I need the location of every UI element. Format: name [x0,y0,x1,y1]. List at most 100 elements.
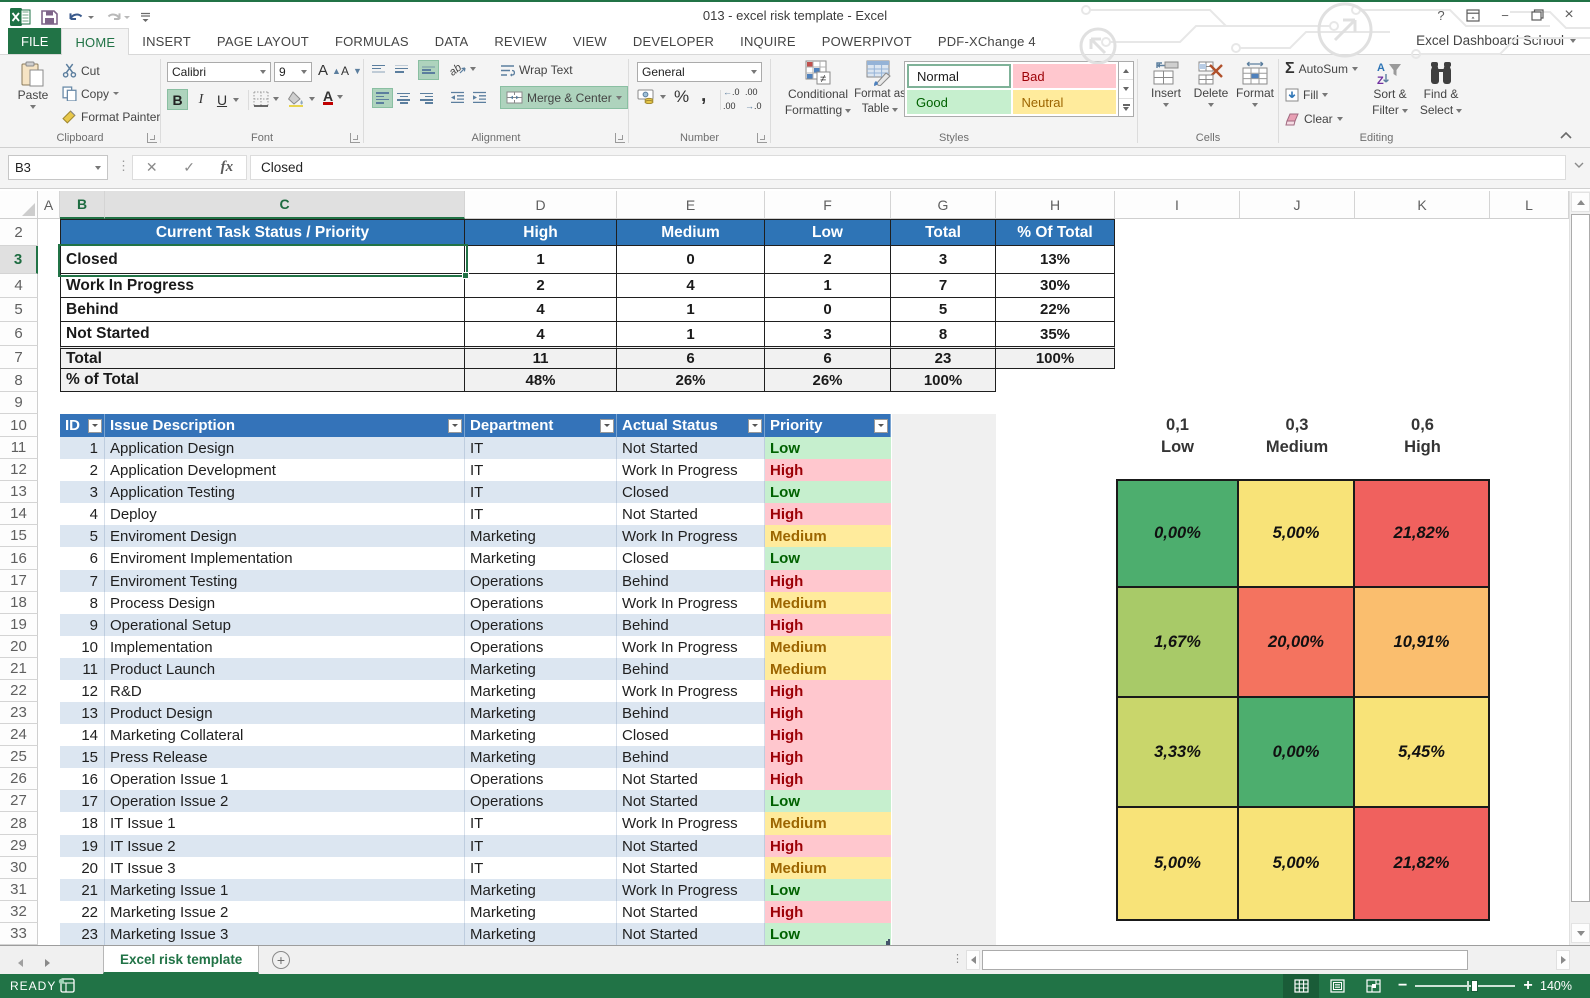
issue-table-cell[interactable]: Work In Progress [617,812,765,835]
issue-table-cell[interactable]: High [765,746,891,768]
column-header-J[interactable]: J [1240,191,1355,219]
status-table-value[interactable]: 30% [996,274,1115,298]
issue-table-cell[interactable]: Marketing [465,658,617,680]
enter-button[interactable]: ✓ [183,159,195,176]
issue-table-cell[interactable]: Marketing [465,923,617,945]
status-table-value[interactable]: 100% [996,346,1115,369]
comma-style-button[interactable]: , [701,85,706,107]
filter-button-priority[interactable] [874,419,888,433]
column-header-D[interactable]: D [465,191,617,219]
sort-filter-dropdown-icon[interactable] [1402,109,1408,113]
row-header-10[interactable]: 10 [0,414,38,437]
column-header-F[interactable]: F [765,191,891,219]
issue-table-cell[interactable]: Operations [465,790,617,812]
status-table-value[interactable]: 23 [891,346,996,369]
middle-align-button[interactable] [395,63,408,74]
find-select-dropdown-icon[interactable] [1456,109,1462,113]
increase-decimal-button[interactable]: ←.0.00 [723,88,740,112]
column-header-E[interactable]: E [617,191,765,219]
column-header-C[interactable]: C [105,191,465,219]
issue-table-cell[interactable]: Not Started [617,923,765,945]
risk-matrix-cell[interactable]: 21,82% [1355,479,1490,588]
customize-qat-button[interactable] [140,11,151,23]
redo-button[interactable] [104,10,130,25]
issue-table-cell[interactable]: Enviroment Design [105,525,465,547]
status-table-row-label[interactable]: % of Total [60,369,465,392]
merge-center-button[interactable]: Merge & Center [500,86,628,109]
issue-table-cell[interactable]: Low [765,790,891,812]
macro-record-icon[interactable] [58,978,75,993]
status-table-value[interactable]: 4 [465,298,617,322]
row-header-11[interactable]: 11 [0,437,38,459]
issue-table-cell[interactable]: 2 [60,459,105,481]
formula-input[interactable]: Closed [250,155,1566,180]
issue-table-cell[interactable]: Enviroment Testing [105,570,465,592]
status-table-row-label[interactable]: Total [60,346,465,369]
filter-button-department[interactable] [600,419,614,433]
styles-gallery-up-button[interactable] [1119,62,1133,79]
zoom-in-button[interactable]: + [1523,977,1532,995]
status-table-value[interactable]: 1 [765,274,891,298]
status-table-value[interactable]: 5 [891,298,996,322]
issue-table-cell[interactable]: Operations [465,636,617,658]
save-button[interactable] [41,9,58,26]
row-header-27[interactable]: 27 [0,790,38,812]
orientation-dropdown-icon[interactable] [470,67,476,71]
format-as-table-dropdown-icon[interactable] [892,108,898,112]
issue-table-cell[interactable]: Marketing [465,901,617,923]
filter-button-actual-status[interactable] [748,419,762,433]
issue-table-cell[interactable]: Work In Progress [617,592,765,614]
italic-button[interactable]: I [192,89,210,110]
row-header-28[interactable]: 28 [0,812,38,835]
status-table-value[interactable]: 1 [465,246,617,274]
issue-table-cell[interactable]: 18 [60,812,105,835]
issue-table-cell[interactable]: Low [765,923,891,945]
status-table-value[interactable]: 1 [617,298,765,322]
issue-table-cell[interactable]: Not Started [617,768,765,790]
horizontal-scrollbar-thumb[interactable] [982,950,1468,970]
issue-table-cell[interactable]: 4 [60,503,105,525]
bottom-align-button[interactable] [418,60,439,80]
issue-table-cell[interactable]: Closed [617,724,765,746]
tab-inquire[interactable]: INQUIRE [727,28,809,54]
issue-table-cell[interactable]: Operations [465,768,617,790]
issue-table-cell[interactable]: Marketing [465,525,617,547]
autosum-dropdown-icon[interactable] [1352,67,1358,71]
issue-table-cell[interactable]: Not Started [617,901,765,923]
account-name[interactable]: Excel Dashboard School [1416,33,1576,48]
issue-table-cell[interactable]: Work In Progress [617,879,765,901]
issue-table-cell[interactable]: High [765,724,891,746]
accounting-dropdown-icon[interactable] [660,95,666,99]
status-table-row-label[interactable]: Not Started [60,322,465,346]
issue-table-cell[interactable]: Implementation [105,636,465,658]
clipboard-dialog-launcher[interactable] [147,133,157,143]
insert-dropdown-icon[interactable] [1163,103,1169,107]
row-header-17[interactable]: 17 [0,570,38,592]
underline-button[interactable]: U [213,89,231,110]
issue-table-cell[interactable]: Operation Issue 1 [105,768,465,790]
name-box[interactable]: B3 [8,155,108,180]
merge-center-dropdown-icon[interactable] [616,96,622,100]
clear-dropdown-icon[interactable] [1337,117,1343,121]
issue-table-cell[interactable]: IT [465,503,617,525]
status-table-value[interactable]: 11 [465,346,617,369]
issue-table-cell[interactable]: Operational Setup [105,614,465,636]
status-table-value[interactable]: 13% [996,246,1115,274]
tab-home[interactable]: HOME [61,28,129,55]
tab-page-layout[interactable]: PAGE LAYOUT [204,28,322,54]
issue-table-cell[interactable]: IT [465,835,617,857]
alignment-dialog-launcher[interactable] [615,133,625,143]
column-header-A[interactable]: A [38,191,60,219]
align-left-button[interactable] [372,88,393,108]
redo-dropdown-icon[interactable] [124,16,130,19]
font-color-dropdown-icon[interactable] [337,95,343,99]
row-header-9[interactable]: 9 [0,392,38,414]
row-header-18[interactable]: 18 [0,592,38,614]
issue-table-cell[interactable]: High [765,901,891,923]
issue-table-cell[interactable]: High [765,702,891,724]
tab-file[interactable]: FILE [8,28,61,54]
issue-table-cell[interactable]: Marketing [465,680,617,702]
top-align-button[interactable] [372,63,385,74]
issue-table-cell[interactable]: 12 [60,680,105,702]
tab-developer[interactable]: DEVELOPER [620,28,727,54]
